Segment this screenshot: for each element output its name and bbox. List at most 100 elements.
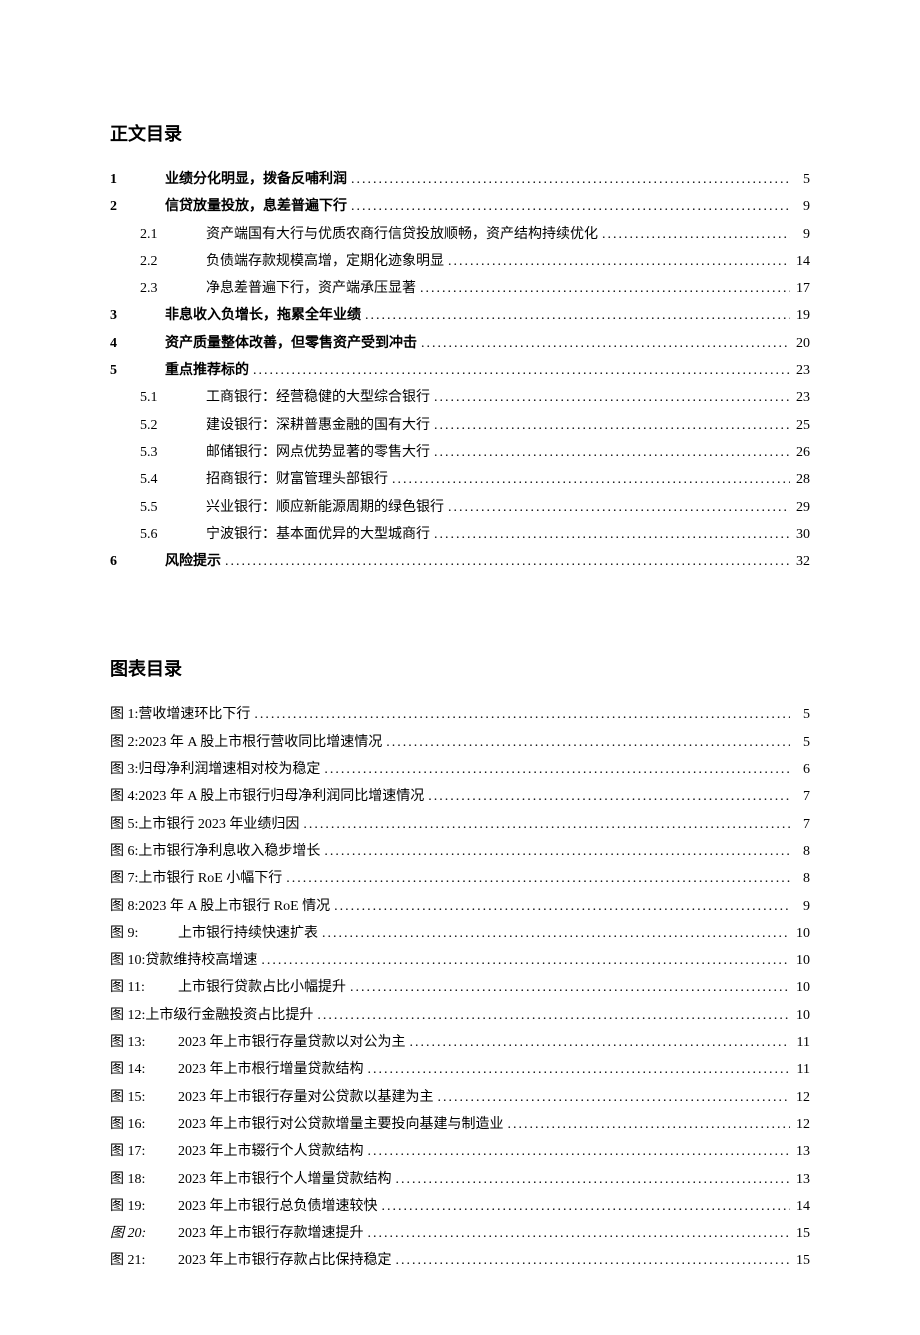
toc-entry-title: 风险提示	[165, 548, 221, 575]
figure-entry-label: 图 19:	[110, 1193, 178, 1220]
toc-entry-title: 信贷放量投放，息差普遍下行	[165, 193, 347, 220]
toc-leader-dots	[361, 302, 790, 329]
figure-entry: 图 4:2023 年 A 股上市银行归母净利润同比增速情况7	[110, 783, 810, 810]
figure-entry-label: 图 9:	[110, 920, 178, 947]
figure-entry-page: 7	[790, 783, 810, 810]
toc-entry-page: 30	[790, 521, 810, 548]
figure-entry-label: 图 18:	[110, 1166, 178, 1193]
figure-entry-page: 14	[790, 1193, 810, 1220]
figure-entry-label: 图 17:	[110, 1138, 178, 1165]
figure-entry-label: 图 12:	[110, 1008, 145, 1023]
figure-entry-page: 15	[790, 1220, 810, 1247]
toc-leader-dots	[430, 384, 790, 411]
figure-entry-title: 2023 年上市银行对公贷款增量主要投向基建与制造业	[178, 1111, 504, 1138]
figure-entry-page: 5	[790, 729, 810, 756]
toc-leader-dots	[388, 466, 790, 493]
figure-entry-title: 2023 年上市银行个人增量贷款结构	[178, 1166, 392, 1193]
toc-leader-dots	[382, 729, 790, 756]
figure-entry-page: 11	[790, 1056, 810, 1083]
figure-entry-page: 6	[790, 756, 810, 783]
figure-entry-title: 2023 年上市辍行个人贷款结构	[178, 1138, 364, 1165]
toc-entry-page: 29	[790, 494, 810, 521]
figure-entry-label: 图 15:	[110, 1084, 178, 1111]
figure-entry: 图 11: 上市银行贷款占比小幅提升10	[110, 974, 810, 1001]
toc-entry-page: 28	[790, 466, 810, 493]
figure-entry-title: 营收增速环比下行	[138, 707, 250, 722]
toc-leader-dots	[430, 412, 790, 439]
toc-entry-title: 兴业银行：顺应新能源周期的绿色银行	[206, 494, 444, 521]
figure-entry-page: 10	[790, 920, 810, 947]
figure-entry-label: 图 5:	[110, 817, 138, 832]
figure-entry: 图 8:2023 年 A 股上市银行 RoE 情况 9	[110, 893, 810, 920]
toc-entry: 4资产质量整体改善，但零售资产受到冲击 20	[110, 330, 810, 357]
toc-entry: 5.3邮储银行：网点优势显著的零售大行 26	[110, 439, 810, 466]
figure-entry: 图 7:上市银行 RoE 小幅下行 8	[110, 865, 810, 892]
toc-entry: 1业绩分化明显，拨备反哺利润5	[110, 166, 810, 193]
figure-toc-heading: 图表目录	[110, 655, 810, 681]
toc-leader-dots	[424, 783, 790, 810]
toc-entry: 2.3净息差普遍下行，资产端承压显著17	[110, 275, 810, 302]
toc-entry-title: 负债端存款规模高增，定期化迹象明显	[206, 248, 444, 275]
main-toc-heading: 正文目录	[110, 120, 810, 146]
figure-entry: 图 14:2023 年上市根行增量贷款结构11	[110, 1056, 810, 1083]
toc-leader-dots	[320, 838, 790, 865]
toc-entry-number: 5.2	[140, 412, 206, 439]
figure-entry-combined: 图 6:上市银行净利息收入稳步增长	[110, 838, 320, 865]
toc-entry: 5.2建设银行：深耕普惠金融的国有大行25	[110, 412, 810, 439]
figure-entry-title: 2023 年上市银行存款占比保持稳定	[178, 1247, 392, 1274]
toc-entry-title: 邮储银行：网点优势显著的零售大行	[206, 439, 430, 466]
toc-entry-number: 5.6	[140, 521, 206, 548]
toc-entry: 2信贷放量投放，息差普遍下行9	[110, 193, 810, 220]
toc-entry-page: 9	[790, 221, 810, 248]
toc-leader-dots	[318, 920, 790, 947]
figure-entry-label: 图 1:	[110, 707, 138, 722]
figure-entry-label: 图 7:	[110, 871, 138, 886]
toc-entry: 5重点推荐标的23	[110, 357, 810, 384]
toc-entry-page: 9	[790, 193, 810, 220]
toc-entry-page: 20	[790, 330, 810, 357]
figure-entry-page: 8	[790, 865, 810, 892]
toc-entry-page: 23	[790, 357, 810, 384]
figure-entry-combined: 图 3:归母净利润增速相对校为稳定	[110, 756, 320, 783]
toc-leader-dots	[417, 330, 790, 357]
main-toc-section: 正文目录 1业绩分化明显，拨备反哺利润52信贷放量投放，息差普遍下行92.1资产…	[110, 120, 810, 575]
toc-entry-number: 4	[110, 330, 165, 357]
toc-leader-dots	[364, 1220, 791, 1247]
figure-entry-combined: 图 12:上市级行金融投资占比提升	[110, 1002, 313, 1029]
toc-entry-title: 招商银行：财富管理头部银行	[206, 466, 388, 493]
figure-entry-label: 图 14:	[110, 1056, 178, 1083]
figure-entry-label: 图 10:	[110, 953, 145, 968]
toc-leader-dots	[392, 1247, 791, 1274]
figure-entry-label: 图 2:	[110, 735, 138, 750]
toc-entry: 2.1资产端国有大行与优质农商行信贷投放顺畅，资产结构持续优化9	[110, 221, 810, 248]
figure-entry-combined: 图 1:营收增速环比下行	[110, 701, 250, 728]
figure-entry: 图 16:2023 年上市银行对公贷款增量主要投向基建与制造业12	[110, 1111, 810, 1138]
toc-entry: 5.6宁波银行：基本面优异的大型城商行30	[110, 521, 810, 548]
toc-entry-number: 5.3	[140, 439, 206, 466]
toc-entry-title: 非息收入负增长，拖累全年业绩	[165, 302, 361, 329]
toc-leader-dots	[257, 947, 790, 974]
figure-entry-title: 上市银行净利息收入稳步增长	[138, 844, 320, 859]
figure-entry-label: 图 6:	[110, 844, 138, 859]
toc-leader-dots	[444, 248, 790, 275]
figure-entry-title: 上市银行 RoE 小幅下行	[138, 871, 282, 886]
figure-entry-page: 9	[790, 893, 810, 920]
figure-entry-title: 上市级行金融投资占比提升	[145, 1008, 313, 1023]
main-toc-list: 1业绩分化明显，拨备反哺利润52信贷放量投放，息差普遍下行92.1资产端国有大行…	[110, 166, 810, 575]
figure-entry: 图 21:2023 年上市银行存款占比保持稳定15	[110, 1247, 810, 1274]
figure-entry-title: 上市银行 2023 年业绩归因	[138, 817, 299, 832]
figure-entry-combined: 图 8:2023 年 A 股上市银行 RoE 情况	[110, 893, 330, 920]
toc-entry-title: 重点推荐标的	[165, 357, 249, 384]
toc-entry-page: 14	[790, 248, 810, 275]
toc-entry-page: 26	[790, 439, 810, 466]
toc-leader-dots	[504, 1111, 791, 1138]
figure-entry-combined: 图 2:2023 年 A 股上市根行营收同比增速情况	[110, 729, 382, 756]
toc-leader-dots	[250, 701, 790, 728]
figure-entry-combined: 图 10:贷款维持校高增速	[110, 947, 257, 974]
toc-entry: 6风险提示32	[110, 548, 810, 575]
toc-entry-page: 5	[790, 166, 810, 193]
figure-entry-label: 图 4:	[110, 789, 138, 804]
toc-leader-dots	[406, 1029, 791, 1056]
figure-entry: 图 18:2023 年上市银行个人增量贷款结构13	[110, 1166, 810, 1193]
toc-entry-title: 资产质量整体改善，但零售资产受到冲击	[165, 330, 417, 357]
